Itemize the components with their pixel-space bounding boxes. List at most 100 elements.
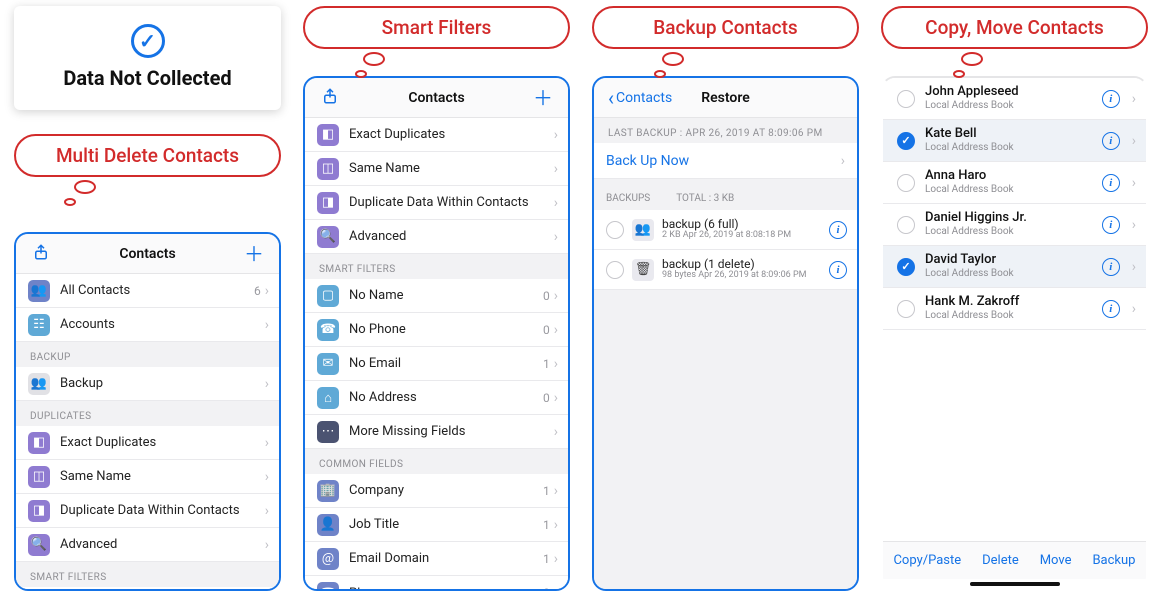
info-icon[interactable]: i	[1102, 90, 1120, 108]
callout-bubble: Multi Delete Contacts	[14, 134, 281, 192]
contact-row[interactable]: David TaylorLocal Address Booki›	[883, 246, 1146, 288]
row-count: 1	[543, 357, 550, 371]
row-label: More Missing Fields	[349, 424, 554, 439]
backup-file-icon: 👥	[632, 219, 654, 241]
contact-list: John AppleseedLocal Address Booki›Kate B…	[883, 78, 1146, 589]
row-label: Backup	[60, 376, 265, 391]
row-label: No Address	[349, 390, 543, 405]
contact-row[interactable]: Kate BellLocal Address Booki›	[883, 120, 1146, 162]
duplicates-icon: ◧	[28, 432, 50, 454]
backup-icon: 👥	[28, 373, 50, 395]
radio-checked-icon[interactable]	[897, 258, 915, 276]
row-dup-within[interactable]: ◨ Duplicate Data Within Contacts ›	[305, 186, 568, 220]
row-count: 0	[543, 289, 550, 303]
noaddress-icon: ⌂	[317, 387, 339, 409]
chevron-right-icon: ›	[554, 585, 558, 589]
contacts-icon: 👥	[28, 280, 50, 302]
page-title: Contacts	[52, 246, 243, 262]
row-count: 6	[254, 284, 261, 298]
backup-file-row[interactable]: 🗑 backup (1 delete) 98 bytes Apr 26, 201…	[594, 250, 857, 290]
share-icon[interactable]	[30, 243, 52, 264]
contact-row[interactable]: Daniel Higgins Jr.Local Address Booki›	[883, 204, 1146, 246]
more-icon: ⋯	[317, 421, 339, 443]
move-button[interactable]: Move	[1040, 553, 1072, 568]
row-accounts[interactable]: ☷ Accounts ›	[16, 308, 279, 342]
row-more-missing[interactable]: ⋯ More Missing Fields ›	[305, 415, 568, 449]
info-icon[interactable]: i	[829, 261, 847, 279]
row-advanced[interactable]: 🔍 Advanced ›	[16, 528, 279, 562]
row-label: Accounts	[60, 317, 265, 332]
radio-unchecked-icon[interactable]	[606, 261, 624, 279]
chevron-right-icon: ›	[554, 127, 558, 143]
contact-source: Local Address Book	[925, 184, 1092, 196]
row-same-name[interactable]: ◫ Same Name ›	[16, 460, 279, 494]
section-header-smartfilters: SMART FILTERS	[16, 562, 279, 587]
row-advanced[interactable]: 🔍 Advanced ›	[305, 220, 568, 254]
callout-text: Smart Filters	[303, 6, 570, 49]
row-phone[interactable]: ☎ Phone 0 ›	[305, 576, 568, 589]
radio-unchecked-icon[interactable]	[606, 221, 624, 239]
row-same-name[interactable]: ◫ Same Name ›	[305, 152, 568, 186]
chevron-right-icon: ›	[265, 503, 269, 519]
row-label: Email Domain	[349, 551, 543, 566]
info-icon[interactable]: i	[1102, 132, 1120, 150]
contact-row[interactable]: John AppleseedLocal Address Booki›	[883, 78, 1146, 120]
backup-file-row[interactable]: 👥 backup (6 full) 2 KB Apr 26, 2019 at 8…	[594, 210, 857, 250]
backup-button[interactable]: Backup	[1092, 553, 1135, 568]
chevron-right-icon: ›	[554, 322, 558, 338]
contact-row[interactable]: Hank M. ZakroffLocal Address Booki›	[883, 288, 1146, 330]
info-icon[interactable]: i	[1102, 216, 1120, 234]
backup-now-button[interactable]: Back Up Now ›	[594, 143, 857, 179]
back-button[interactable]: ‹ Contacts	[608, 88, 678, 108]
add-icon[interactable]: ＋	[243, 244, 265, 264]
row-no-email[interactable]: ✉ No Email 1 ›	[305, 347, 568, 381]
chevron-right-icon: ›	[554, 483, 558, 499]
row-all-contacts[interactable]: 👥 All Contacts 6 ›	[16, 274, 279, 308]
row-dup-within[interactable]: ◨ Duplicate Data Within Contacts ›	[16, 494, 279, 528]
contact-source: Local Address Book	[925, 268, 1092, 280]
bottom-toolbar: Copy/Paste Delete Move Backup	[883, 541, 1146, 579]
share-icon[interactable]	[319, 87, 341, 108]
radio-unchecked-icon[interactable]	[897, 90, 915, 108]
section-header-backup: BACKUP	[16, 342, 279, 367]
callout-text: Multi Delete Contacts	[14, 134, 281, 177]
info-icon[interactable]: i	[1102, 300, 1120, 318]
phone-frame: Contacts ＋ 👥 All Contacts 6 › ☷ Accounts…	[14, 232, 281, 591]
callout-bubble: Copy, Move Contacts	[881, 6, 1148, 64]
callout-bubble: Backup Contacts	[592, 6, 859, 64]
phone-frame: Contacts ＋ ◧ Exact Duplicates › ◫ Same N…	[303, 76, 570, 591]
accounts-icon: ☷	[28, 314, 50, 336]
radio-unchecked-icon[interactable]	[897, 216, 915, 234]
chevron-right-icon: ›	[554, 195, 558, 211]
row-backup[interactable]: 👥 Backup ›	[16, 367, 279, 401]
emaildomain-icon: ＠	[317, 548, 339, 570]
row-label: Exact Duplicates	[349, 127, 554, 142]
section-header-duplicates: DUPLICATES	[16, 401, 279, 426]
row-job-title[interactable]: 👤 Job Title 1 ›	[305, 508, 568, 542]
info-icon[interactable]: i	[1102, 174, 1120, 192]
row-exact-duplicates[interactable]: ◧ Exact Duplicates ›	[16, 426, 279, 460]
row-company[interactable]: 🏢 Company 1 ›	[305, 474, 568, 508]
row-email-domain[interactable]: ＠ Email Domain 1 ›	[305, 542, 568, 576]
navbar: ‹ Contacts Restore	[594, 78, 857, 118]
backup-meta: 98 bytes Apr 26, 2019 at 8:09:06 PM	[662, 271, 821, 281]
radio-unchecked-icon[interactable]	[897, 300, 915, 318]
row-no-name[interactable]: ▢ No Name 0 ›	[16, 587, 279, 589]
row-no-name[interactable]: ▢ No Name 0 ›	[305, 279, 568, 313]
row-no-address[interactable]: ⌂ No Address 0 ›	[305, 381, 568, 415]
info-icon[interactable]: i	[829, 221, 847, 239]
radio-checked-icon[interactable]	[897, 132, 915, 150]
contact-row[interactable]: Anna HaroLocal Address Booki›	[883, 162, 1146, 204]
row-label: Same Name	[349, 161, 554, 176]
copy-paste-button[interactable]: Copy/Paste	[893, 553, 961, 568]
info-icon[interactable]: i	[1102, 258, 1120, 276]
row-label: Advanced	[349, 229, 554, 244]
add-icon[interactable]: ＋	[532, 88, 554, 108]
delete-button[interactable]: Delete	[982, 553, 1019, 568]
contact-name: Kate Bell	[925, 127, 1092, 142]
row-no-phone[interactable]: ☎ No Phone 0 ›	[305, 313, 568, 347]
chevron-right-icon: ›	[554, 424, 558, 440]
page-title: Restore	[678, 90, 773, 106]
radio-unchecked-icon[interactable]	[897, 174, 915, 192]
row-exact-duplicates[interactable]: ◧ Exact Duplicates ›	[305, 118, 568, 152]
